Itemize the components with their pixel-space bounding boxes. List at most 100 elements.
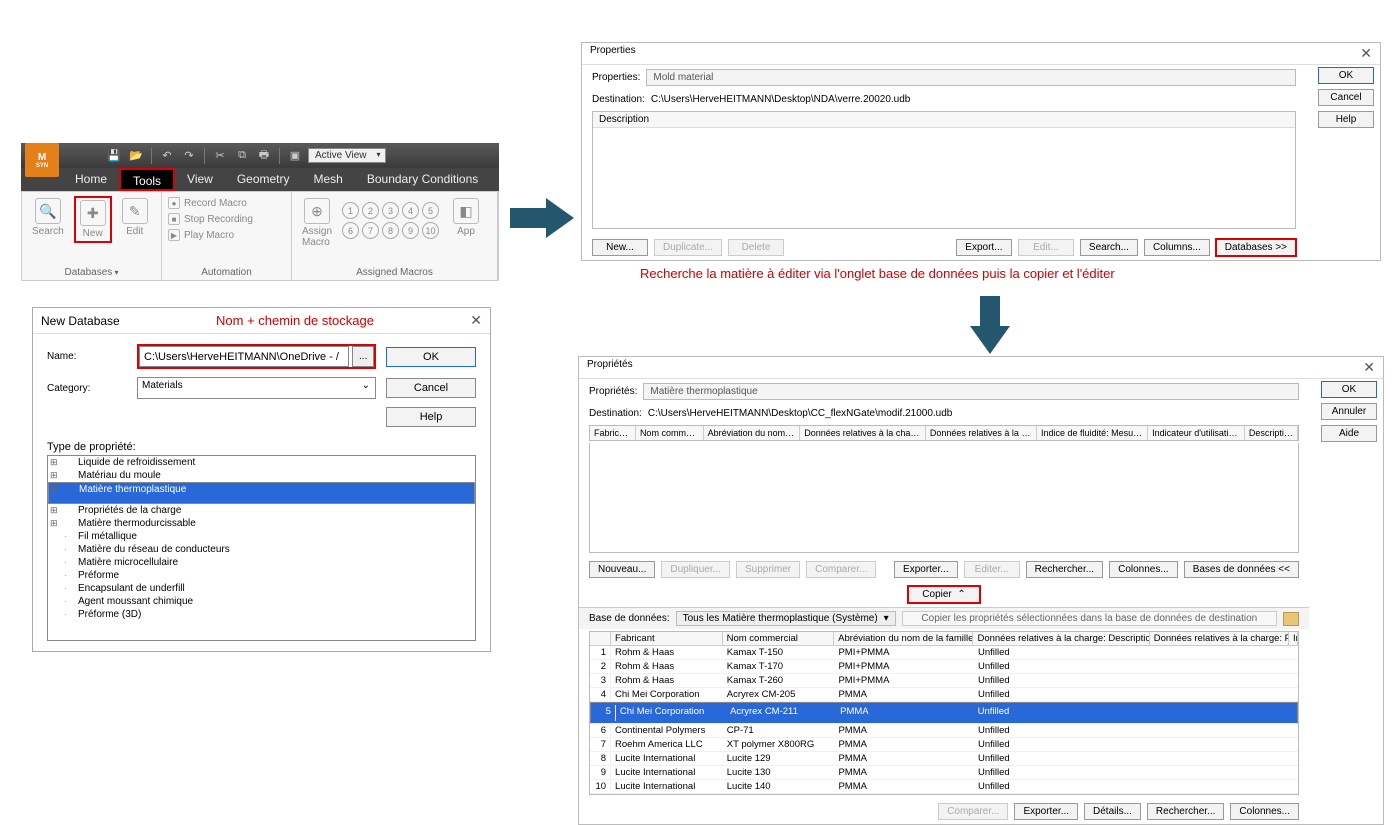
db-search-button[interactable]: 🔍Search	[28, 196, 68, 239]
close-icon[interactable]: ✕	[470, 312, 482, 329]
close-icon[interactable]: ✕	[1363, 359, 1375, 376]
search-button[interactable]: Rechercher...	[1026, 561, 1103, 578]
column-header[interactable]: Description	[1245, 426, 1298, 440]
tab-home[interactable]: Home	[63, 168, 119, 191]
ok-button[interactable]: OK	[1318, 67, 1374, 84]
table-row[interactable]: 2Rohm & HaasKamax T-170PMI+PMMAUnfilled	[590, 660, 1298, 674]
column-header[interactable]: Indice de fluidité: M	[1289, 632, 1298, 645]
ok-button[interactable]: OK	[386, 347, 476, 367]
help-button[interactable]: Aide	[1321, 425, 1377, 442]
assign-macro-button[interactable]: ⊕Assign Macro	[298, 196, 336, 250]
export-button[interactable]: Exporter...	[1014, 803, 1078, 820]
column-header[interactable]: Nom commercial	[636, 426, 704, 440]
tree-item[interactable]: Matière du réseau de conducteurs	[48, 543, 475, 556]
macro-slot-7[interactable]: 7	[362, 222, 379, 239]
column-header[interactable]: Fabricant	[590, 426, 636, 440]
tree-item[interactable]: Matériau du moule	[48, 469, 475, 482]
redo-icon[interactable]: ↷	[180, 147, 198, 165]
column-header[interactable]: Données relatives à la charge: Descripti…	[800, 426, 926, 440]
column-header[interactable]: Abréviation du nom de la famille	[834, 632, 973, 645]
tree-item[interactable]: Fil métallique	[48, 530, 475, 543]
macro-slot-8[interactable]: 8	[382, 222, 399, 239]
table-row[interactable]: 9Lucite InternationalLucite 130PMMAUnfil…	[590, 766, 1298, 780]
record-macro-button[interactable]: ●Record Macro	[168, 196, 247, 210]
macro-slot-6[interactable]: 6	[342, 222, 359, 239]
db-edit-button[interactable]: ✎Edit	[118, 196, 152, 239]
copy-icon[interactable]: ⧉	[233, 147, 251, 165]
column-header[interactable]: Abréviation du nom de la famille	[704, 426, 801, 440]
window-icon[interactable]: ▣	[286, 147, 304, 165]
column-header[interactable]	[590, 632, 611, 645]
tree-item[interactable]: Préforme	[48, 569, 475, 582]
macro-slot-2[interactable]: 2	[362, 202, 379, 219]
app-button[interactable]: ◧App	[449, 196, 483, 239]
search-button[interactable]: Rechercher...	[1147, 803, 1224, 820]
macro-slot-3[interactable]: 3	[382, 202, 399, 219]
tree-item[interactable]: Liquide de refroidissement	[48, 456, 475, 469]
tab-mesh[interactable]: Mesh	[302, 168, 355, 191]
table-row[interactable]: 3Rohm & HaasKamax T-260PMI+PMMAUnfilled	[590, 674, 1298, 688]
column-header[interactable]: Nom commercial	[723, 632, 835, 645]
column-header[interactable]: Données relatives à la charge: Poids (%)	[1150, 632, 1289, 645]
cancel-button[interactable]: Cancel	[386, 378, 476, 398]
db-new-button[interactable]: ✚New	[74, 196, 112, 243]
tree-item[interactable]: Matière thermodurcissable	[48, 517, 475, 530]
active-view-dropdown[interactable]: Active View	[308, 148, 386, 163]
tree-item[interactable]: Matière thermoplastique	[48, 482, 475, 504]
tree-item[interactable]: Propriétés de la charge	[48, 504, 475, 517]
table-row[interactable]: 8Lucite InternationalLucite 129PMMAUnfil…	[590, 752, 1298, 766]
tab-geometry[interactable]: Geometry	[225, 168, 302, 191]
new-button[interactable]: New...	[592, 239, 648, 256]
columns-button[interactable]: Colonnes...	[1109, 561, 1178, 578]
macro-slot-4[interactable]: 4	[402, 202, 419, 219]
tab-boundary[interactable]: Boundary Conditions	[355, 168, 490, 191]
undo-icon[interactable]: ↶	[158, 147, 176, 165]
export-button[interactable]: Export...	[956, 239, 1012, 256]
tree-item[interactable]: Préforme (3D)	[48, 608, 475, 621]
columns-button[interactable]: Columns...	[1144, 239, 1210, 256]
print-icon[interactable]: 🖶	[255, 147, 273, 165]
table-row[interactable]: 5Chi Mei CorporationAcryrex CM-211PMMAUn…	[590, 702, 1298, 724]
database-select[interactable]: Tous les Matière thermoplastique (Systèm…	[676, 611, 896, 626]
tree-item[interactable]: Agent moussant chimique	[48, 595, 475, 608]
stop-recording-button[interactable]: ■Stop Recording	[168, 212, 253, 226]
macro-slot-5[interactable]: 5	[422, 202, 439, 219]
open-icon[interactable]: 📂	[127, 147, 145, 165]
table-row[interactable]: 4Chi Mei CorporationAcryrex CM-205PMMAUn…	[590, 688, 1298, 702]
databases-button[interactable]: Databases >>	[1216, 239, 1296, 256]
cut-icon[interactable]: ✂	[211, 147, 229, 165]
column-header[interactable]: Indicateur d'utilisation de l'énergie	[1148, 426, 1245, 440]
tab-view[interactable]: View	[175, 168, 225, 191]
macro-slot-10[interactable]: 10	[422, 222, 439, 239]
column-header[interactable]: Données relatives à la charge: Poids (%)	[926, 426, 1037, 440]
category-select[interactable]: Materials	[137, 377, 376, 399]
folder-icon[interactable]	[1283, 612, 1299, 626]
copy-button[interactable]: Copier ⌃	[908, 586, 980, 603]
details-button[interactable]: Détails...	[1084, 803, 1141, 820]
description-grid[interactable]: Description	[592, 111, 1296, 229]
save-icon[interactable]: 💾	[105, 147, 123, 165]
close-icon[interactable]: ✕	[1360, 45, 1372, 62]
upper-grid-body[interactable]	[589, 443, 1299, 553]
databases-button[interactable]: Bases de données <<	[1184, 561, 1299, 578]
table-row[interactable]: 10Lucite InternationalLucite 140PMMAUnfi…	[590, 780, 1298, 794]
search-button[interactable]: Search...	[1080, 239, 1138, 256]
properties-field[interactable]: Matière thermoplastique	[643, 383, 1299, 400]
browse-button[interactable]: ...	[352, 346, 374, 367]
help-button[interactable]: Help	[1318, 111, 1374, 128]
macro-slot-9[interactable]: 9	[402, 222, 419, 239]
cancel-button[interactable]: Annuler	[1321, 403, 1377, 420]
column-header[interactable]: Indice de fluidité: Mesure (g/10min)	[1037, 426, 1148, 440]
property-type-tree[interactable]: Liquide de refroidissementMatériau du mo…	[47, 455, 476, 641]
macro-slot-1[interactable]: 1	[342, 202, 359, 219]
properties-field[interactable]: Mold material	[646, 69, 1296, 86]
column-header[interactable]: Fabricant	[611, 632, 723, 645]
new-button[interactable]: Nouveau...	[589, 561, 655, 578]
ok-button[interactable]: OK	[1321, 381, 1377, 398]
export-button[interactable]: Exporter...	[894, 561, 958, 578]
table-row[interactable]: 1Rohm & HaasKamax T-150PMI+PMMAUnfilled	[590, 646, 1298, 660]
database-table[interactable]: FabricantNom commercialAbréviation du no…	[589, 631, 1299, 795]
tree-item[interactable]: Encapsulant de underfill	[48, 582, 475, 595]
columns-button[interactable]: Colonnes...	[1230, 803, 1299, 820]
tab-tools[interactable]: Tools	[119, 168, 175, 191]
